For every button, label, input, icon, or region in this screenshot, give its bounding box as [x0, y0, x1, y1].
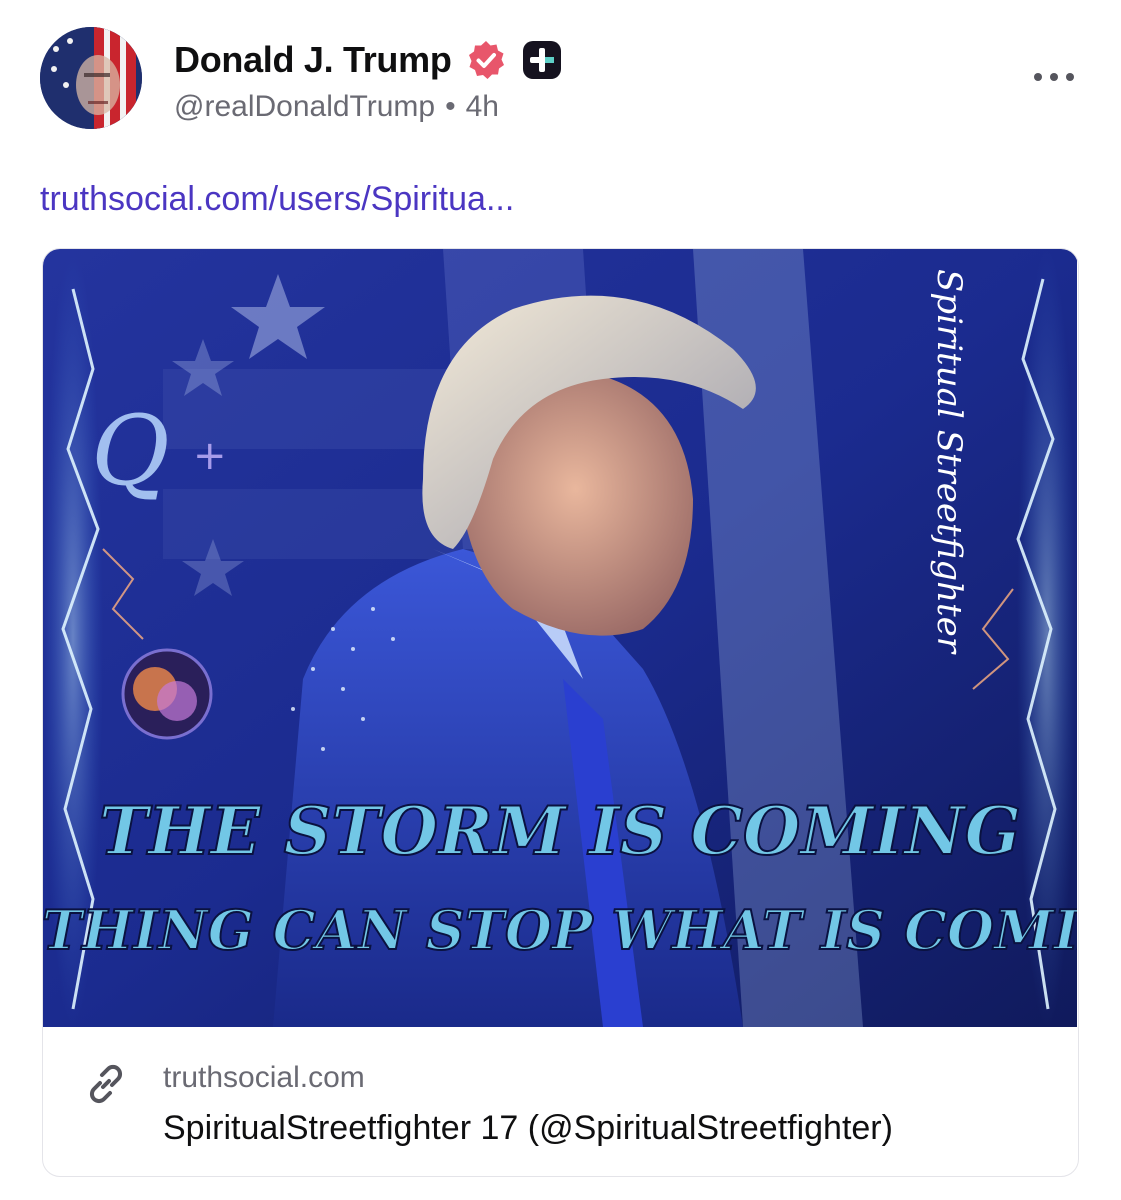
image-watermark: Spiritual Streetfighter — [929, 269, 969, 655]
more-horizontal-icon[interactable] — [1030, 62, 1078, 92]
truth-plus-icon — [520, 38, 564, 82]
avatar[interactable] — [40, 27, 142, 129]
avatar-image — [40, 27, 142, 129]
meta-separator: • — [445, 90, 456, 123]
author-handle[interactable]: @realDonaldTrump — [174, 90, 435, 123]
verified-badge-icon — [464, 38, 508, 82]
card-image-art: Q + Spiritual Streetfighter THE STORM IS… — [43, 249, 1077, 1027]
q-plus: + — [193, 433, 227, 479]
author-name-row: Donald J. Trump — [174, 36, 564, 84]
link-preview-card[interactable]: Q + Spiritual Streetfighter THE STORM IS… — [42, 248, 1079, 1177]
post-timestamp[interactable]: 4h — [466, 90, 499, 123]
post-link[interactable]: truthsocial.com/users/Spiritua... — [40, 180, 514, 219]
image-headline-1: THE STORM IS COMING — [99, 792, 1021, 870]
card-domain: truthsocial.com — [163, 1061, 365, 1094]
card-footer: truthsocial.com SpiritualStreetfighter 1… — [43, 1027, 1078, 1176]
q-mark: Q — [91, 395, 170, 507]
card-title[interactable]: SpiritualStreetfighter 17 (@SpiritualStr… — [163, 1109, 893, 1148]
author-meta: @realDonaldTrump • 4h — [174, 90, 499, 124]
author-display-name[interactable]: Donald J. Trump — [174, 39, 452, 81]
chain-link-icon — [83, 1061, 129, 1107]
image-headline-2: NOTHING CAN STOP WHAT IS COMING — [43, 898, 1077, 962]
card-image[interactable]: Q + Spiritual Streetfighter THE STORM IS… — [43, 249, 1077, 1027]
